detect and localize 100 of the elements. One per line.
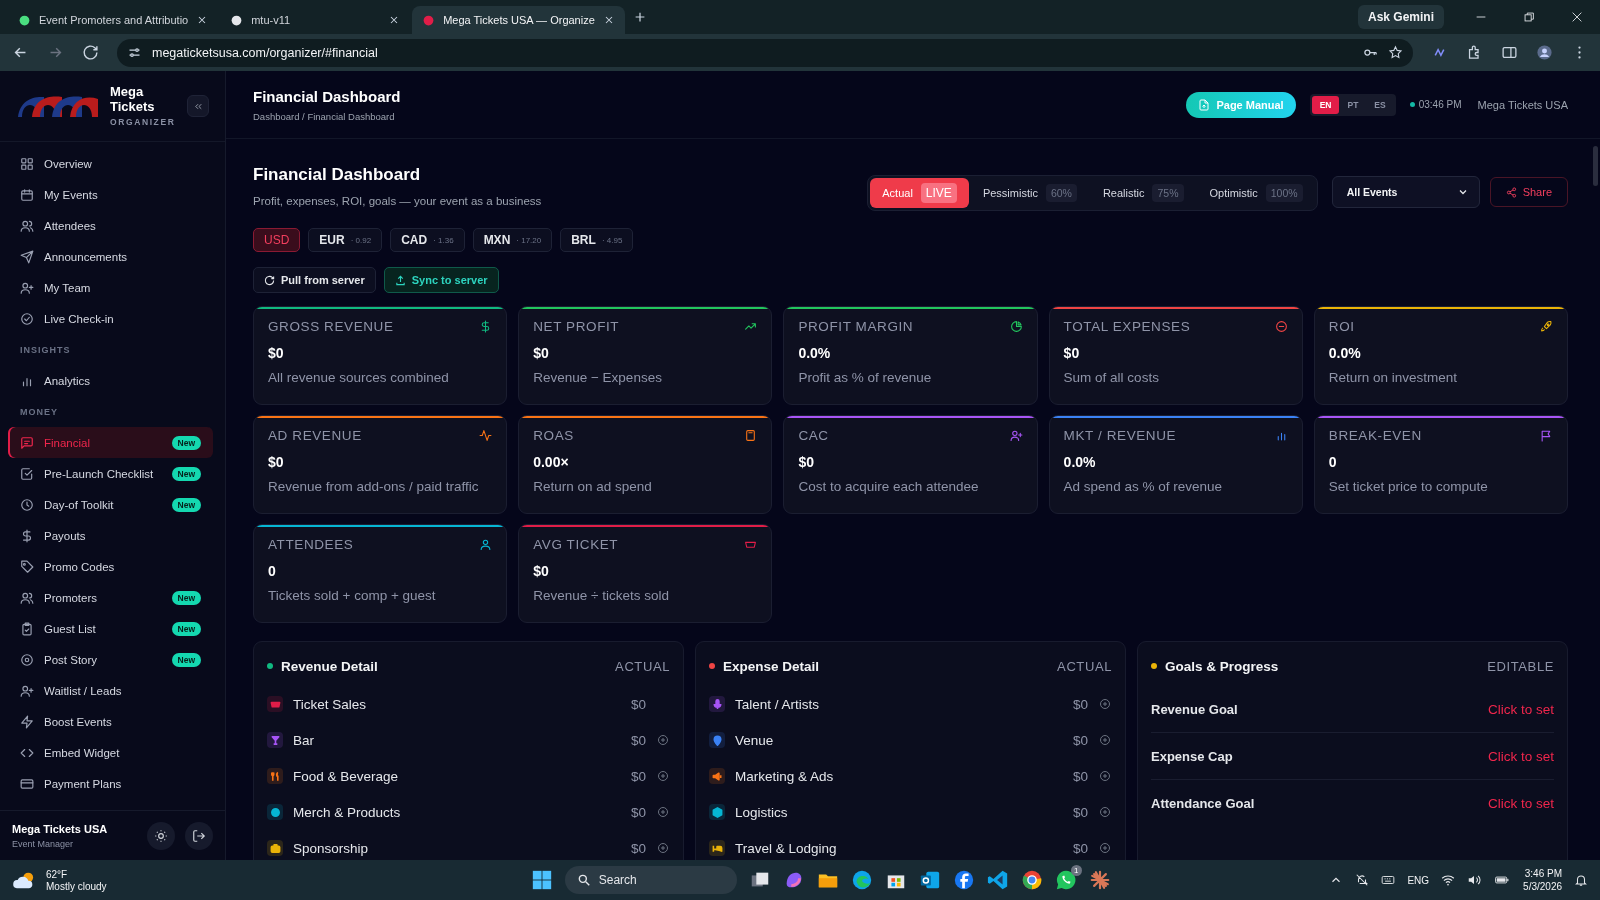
new-badge: New <box>171 652 201 667</box>
sidebar-item[interactable]: Guest List New <box>8 613 213 644</box>
metric-label: NET PROFIT <box>533 319 620 334</box>
chat-icon[interactable] <box>1054 869 1077 891</box>
collapse-button[interactable] <box>187 95 209 117</box>
add-icon[interactable] <box>1099 842 1111 854</box>
star-icon[interactable] <box>1388 45 1403 60</box>
metric-note: Ad spend as % of revenue <box>1063 479 1223 494</box>
sidebar-item[interactable]: Pre-Launch Checklist New <box>8 458 213 489</box>
address-field[interactable]: megaticketsusa.com/organizer/#financial <box>117 38 1413 67</box>
users-icon <box>20 218 34 233</box>
line-item-value: $0 <box>1072 804 1088 820</box>
currency-chip[interactable]: USD <box>253 228 301 252</box>
scenario-tab[interactable]: Realistic 75% <box>1090 178 1196 208</box>
new-badge: New <box>171 497 201 512</box>
app-icon[interactable] <box>952 869 975 891</box>
sidebar-item[interactable]: Payment Plans <box>8 768 213 799</box>
reload-icon[interactable] <box>82 44 99 61</box>
sidebar-item[interactable]: My Team <box>8 272 213 303</box>
share-button[interactable]: Share <box>1489 177 1568 207</box>
sidebar-item[interactable]: Overview <box>8 148 213 179</box>
sidebar-item[interactable]: Analytics <box>8 365 213 396</box>
metric-note: Revenue ÷ tickets sold <box>533 588 670 603</box>
site-settings-icon[interactable] <box>127 45 142 60</box>
sidebar-item[interactable]: Embed Widget <box>8 737 213 768</box>
sync-button[interactable]: Sync to server <box>383 267 499 293</box>
sun-icon <box>154 828 168 843</box>
add-icon[interactable] <box>1099 770 1111 782</box>
starburst-icon[interactable] <box>1088 869 1111 891</box>
set-goal-link[interactable]: Click to set <box>1487 748 1554 764</box>
metric-label: ROI <box>1328 319 1355 334</box>
notification-icon[interactable] <box>1574 873 1588 887</box>
metric-value: $0 <box>798 454 815 470</box>
pulse-icon <box>479 429 493 442</box>
sidebar-item[interactable]: Waitlist / Leads <box>8 675 213 706</box>
browser-tab[interactable]: Mega Tickets USA — Organize <box>412 6 625 34</box>
side-panel-icon[interactable] <box>1501 44 1518 61</box>
line-item-label: Venue <box>735 732 774 748</box>
sidebar-item[interactable]: Promoters New <box>8 582 213 613</box>
theme-button[interactable] <box>147 821 175 850</box>
add-icon[interactable] <box>1099 734 1111 746</box>
language-tab[interactable]: ES <box>1366 95 1394 114</box>
add-icon[interactable] <box>657 734 669 746</box>
sidebar-item[interactable]: Boost Events <box>8 706 213 737</box>
speaker-icon[interactable] <box>1467 873 1482 887</box>
search-field[interactable]: Search <box>564 866 737 894</box>
line-item-label: Bar <box>293 732 314 748</box>
metric-label: BREAK-EVEN <box>1328 428 1422 443</box>
code-editor-icon[interactable] <box>986 869 1009 891</box>
browser-tab[interactable]: mtu-v11 <box>220 6 411 34</box>
currency-chip[interactable]: CAD · 1.36 <box>390 228 465 252</box>
panel-tag: ACTUAL <box>1057 658 1112 674</box>
currency-chip[interactable]: BRL · 4.95 <box>560 228 634 252</box>
windows-icon[interactable] <box>530 869 553 891</box>
add-icon[interactable] <box>1099 698 1111 710</box>
brand-subtitle: ORGANIZER <box>110 116 177 127</box>
pull-button[interactable]: Pull from server <box>253 267 376 293</box>
send-icon <box>20 249 34 264</box>
add-icon[interactable] <box>657 806 669 818</box>
close-icon[interactable] <box>1570 10 1584 24</box>
restore-icon[interactable] <box>1522 10 1536 24</box>
sidebar-item[interactable]: Post Story New <box>8 644 213 675</box>
browser-icon[interactable] <box>850 869 873 891</box>
sidebar-item[interactable]: Attendees <box>8 210 213 241</box>
wifi-icon[interactable] <box>1441 873 1456 887</box>
bell-off-icon[interactable] <box>1355 873 1370 887</box>
set-goal-link[interactable]: Click to set <box>1487 701 1554 717</box>
line-item-value: $0 <box>630 768 646 784</box>
sidebar-item[interactable]: Live Check-in <box>8 303 213 334</box>
language-tab[interactable]: EN <box>1311 95 1340 114</box>
set-goal-link[interactable]: Click to set <box>1487 795 1554 811</box>
language-tab[interactable]: PT <box>1339 95 1367 114</box>
scenario-tab[interactable]: Optimistic 100% <box>1197 178 1315 208</box>
input-language[interactable]: ENG <box>1407 874 1430 886</box>
sidebar-item[interactable]: Day-of Toolkit New <box>8 489 213 520</box>
sidebar-item[interactable]: Payouts <box>8 520 213 551</box>
gemini-button[interactable]: Ask Gemini <box>1357 5 1444 29</box>
add-icon[interactable] <box>657 842 669 854</box>
logout-button[interactable] <box>185 821 213 850</box>
metric-note: Return on investment <box>1328 370 1459 385</box>
sidebar-item[interactable]: Promo Codes <box>8 551 213 582</box>
upload-icon <box>394 274 406 286</box>
line-item-label: Talent / Artists <box>735 696 820 712</box>
mail-icon[interactable] <box>918 869 941 891</box>
currency-chip[interactable]: EUR · 0.92 <box>308 228 383 252</box>
sidebar-item[interactable]: Financial New <box>8 427 213 458</box>
currency-chip[interactable]: MXN · 17.20 <box>472 228 553 252</box>
keyboard-icon[interactable] <box>1381 873 1396 887</box>
add-icon[interactable] <box>657 770 669 782</box>
browser-tab[interactable]: Event Promoters and Attributio <box>8 6 219 34</box>
sidebar-item[interactable]: My Events <box>8 179 213 210</box>
add-icon[interactable] <box>1099 806 1111 818</box>
scenario-tab[interactable]: Actual LIVE <box>870 178 969 208</box>
sidebar-item[interactable]: Announcements <box>8 241 213 272</box>
scenario-tab[interactable]: Pessimistic 60% <box>970 178 1089 208</box>
metric-label: TOTAL EXPENSES <box>1063 319 1191 334</box>
avatar-icon[interactable] <box>1536 44 1553 61</box>
event-select[interactable]: All Events <box>1331 176 1480 208</box>
browser-icon[interactable] <box>1020 869 1043 891</box>
line-item-value: $0 <box>1072 696 1088 712</box>
